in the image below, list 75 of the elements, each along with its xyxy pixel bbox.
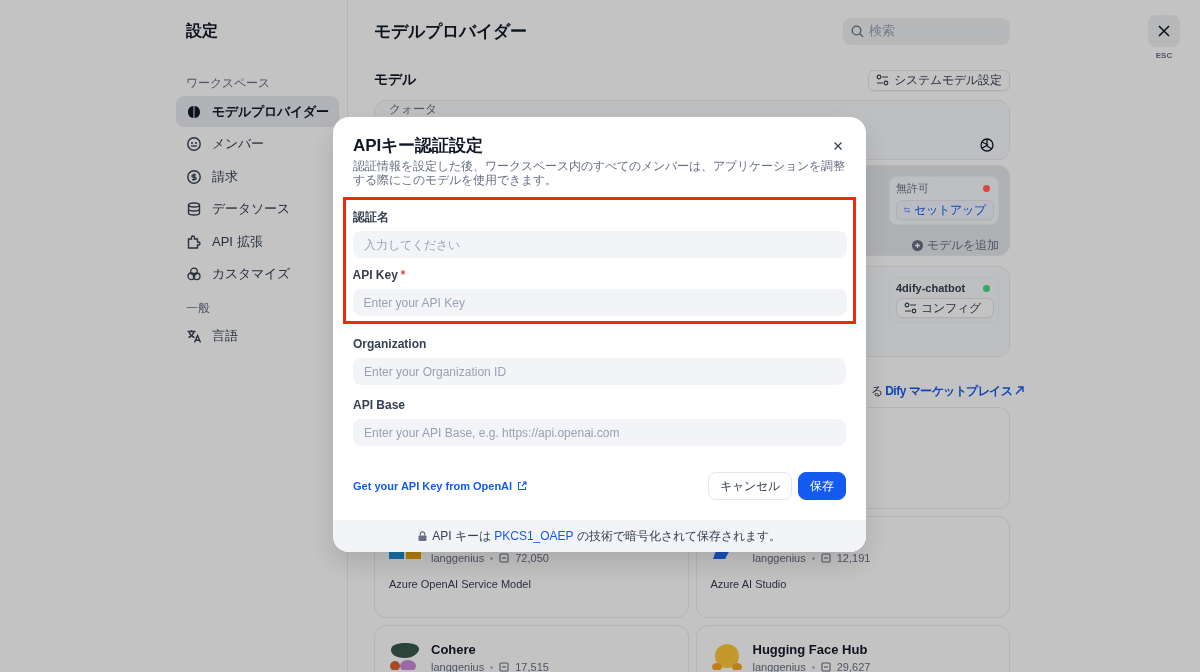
input-field[interactable]: Enter your Organization ID: [353, 358, 846, 385]
section-heading: ワークスペース: [186, 75, 271, 92]
sidebar-item[interactable]: メンバー: [176, 128, 339, 160]
sidebar-item[interactable]: 請求: [176, 161, 339, 192]
close-button[interactable]: [1148, 15, 1180, 47]
sidebar-item[interactable]: 言語: [176, 320, 339, 352]
sliders-icon: [876, 74, 889, 86]
close-icon: [1158, 25, 1170, 37]
sidebar-item[interactable]: データソース: [176, 193, 339, 225]
field-label: Organization: [353, 336, 428, 352]
api-key-link[interactable]: Get your API Key from OpenAI: [353, 480, 528, 492]
search-icon: [851, 24, 864, 38]
provider-description: Azure OpenAI Service Model: [389, 578, 532, 590]
provider-logo-icon: [389, 642, 421, 670]
plus-circle-icon: [912, 240, 923, 251]
smiley-icon: [186, 136, 202, 152]
download-box-icon: [820, 662, 831, 672]
provider-name: Hugging Face Hub: [752, 642, 869, 659]
translate-icon: [186, 328, 202, 344]
dialog-title: APIキー認証設定: [353, 135, 484, 157]
input-field[interactable]: Enter your API Base, e.g. https://api.openai.com: [353, 419, 846, 446]
config-button[interactable]: コンフィグ: [896, 298, 994, 318]
system-model-button[interactable]: システムモデル設定: [868, 69, 1010, 91]
provider-name: Cohere: [431, 642, 477, 659]
lock-icon: [418, 531, 428, 541]
marketplace-link[interactable]: Dify マーケットプレイス: [885, 382, 1024, 400]
status-label: 4dify-chatbot: [896, 282, 966, 294]
section-heading: 一般: [186, 299, 211, 317]
sidebar-item[interactable]: API 拡張: [176, 226, 339, 257]
field-label: API Key *: [352, 267, 407, 283]
sidebar-item[interactable]: モデルプロバイダー: [176, 96, 339, 127]
provider-logo-icon: [710, 642, 743, 670]
settings-title: 設定: [186, 21, 219, 41]
page-title: モデルプロバイダー: [374, 20, 527, 43]
dollar-icon: [186, 168, 202, 185]
cancel-button[interactable]: キャンセル: [708, 472, 792, 500]
separator-dot-icon: [490, 556, 494, 560]
download-box-icon: [499, 553, 510, 563]
provider-description: Azure AI Studio: [710, 578, 788, 590]
sidebar-item[interactable]: カスタマイズ: [176, 258, 339, 290]
external-link-icon: [517, 481, 528, 491]
section-title: モデル: [374, 71, 416, 89]
download-box-icon: [820, 553, 831, 563]
separator-dot-icon: [490, 665, 494, 669]
install-count: 17,515: [515, 661, 549, 672]
field-label: 認証名: [352, 209, 390, 225]
separator-dot-icon: [811, 556, 815, 560]
input-field[interactable]: Enter your API Key: [352, 289, 847, 316]
esc-hint: ESC: [1155, 51, 1173, 60]
marketplace-text: る: [871, 382, 884, 400]
database-icon: [186, 201, 202, 217]
sliders-icon: [904, 302, 917, 314]
setup-button[interactable]: セットアップ: [896, 200, 994, 220]
close-icon: [834, 142, 842, 150]
quota-label: クォータ: [389, 103, 438, 116]
field-label: API Base: [353, 397, 407, 413]
arrow-up-right-icon: [1015, 385, 1024, 395]
dialog-description: 認証情報を設定した後、ワークスペース内のすべてのメンバーは、アプリケーションを調整する際にこのモデルを使用できます。: [353, 159, 846, 187]
download-box-icon: [499, 662, 510, 672]
install-count: 12,191: [836, 552, 871, 564]
puzzle-icon: [186, 233, 202, 250]
add-model-button[interactable]: モデルを追加: [912, 237, 999, 254]
save-button[interactable]: 保存: [798, 472, 846, 500]
status-label: 無許可: [896, 181, 929, 196]
author-name: langgenius: [431, 552, 485, 564]
input-field[interactable]: 入力してください: [352, 231, 847, 258]
pkcs-link[interactable]: PKCS1_OAEP: [494, 528, 574, 543]
author-name: langgenius: [752, 552, 806, 564]
install-count: 72,050: [515, 552, 549, 564]
install-count: 29,627: [836, 661, 871, 672]
openai-knot-icon: [979, 137, 995, 153]
brain-icon: [186, 103, 202, 120]
separator-dot-icon: [811, 665, 815, 669]
circles-icon: [186, 266, 202, 282]
sliders-icon: [904, 204, 910, 216]
